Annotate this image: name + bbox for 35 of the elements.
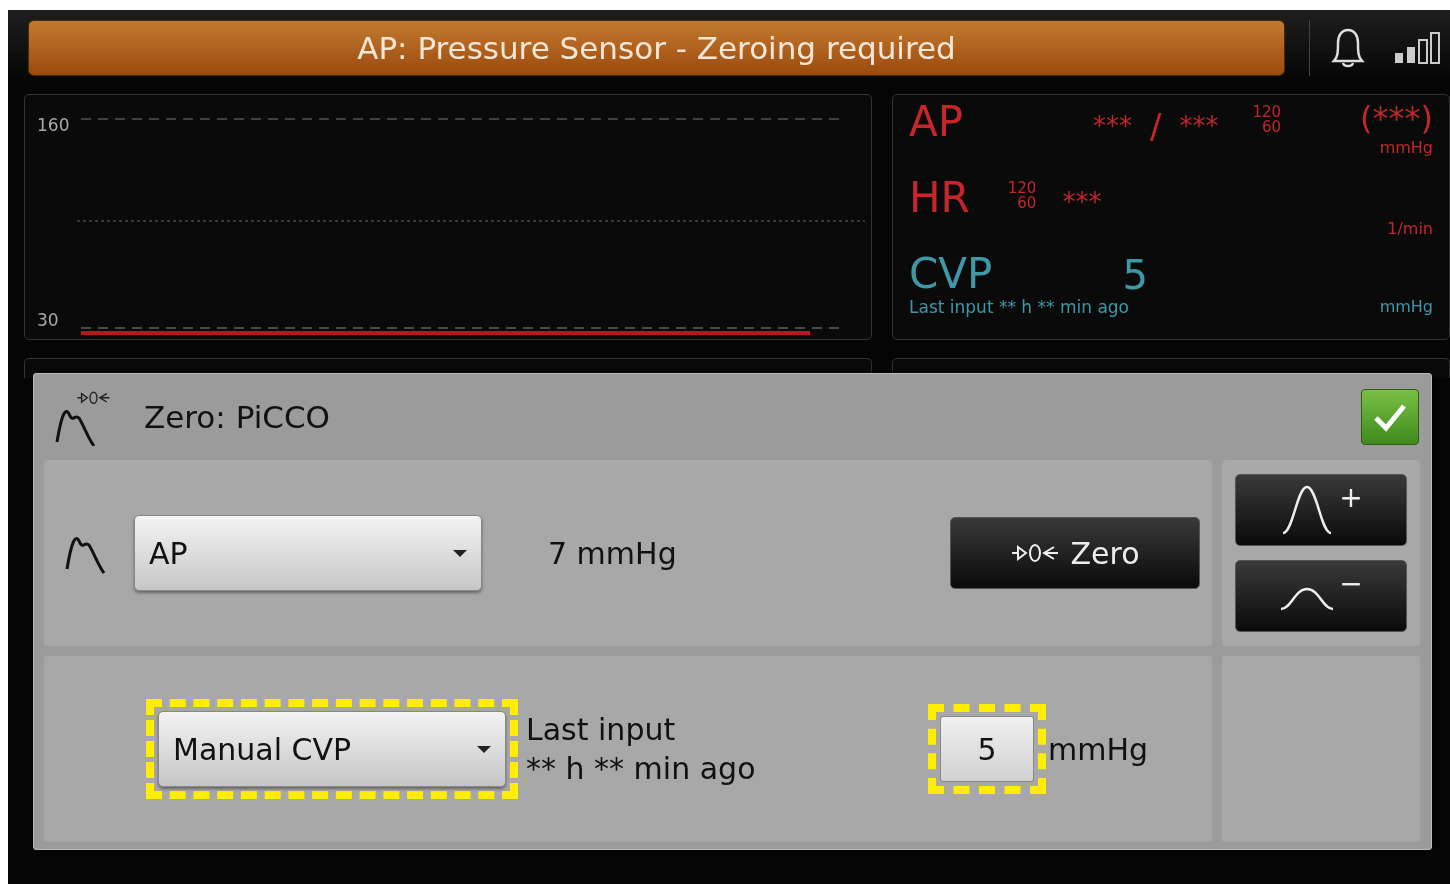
pressure-reading: 7 mmHg — [548, 534, 677, 573]
signal-icon — [1394, 31, 1442, 65]
alarm-limit: 120 — [1007, 181, 1037, 196]
last-input-label: Last input — [526, 711, 677, 749]
cvp-input[interactable]: 5 — [939, 716, 1034, 782]
confirm-button[interactable] — [1361, 389, 1419, 445]
alarm-limit: 120 — [1252, 105, 1282, 120]
scale-button[interactable]: + — [1235, 474, 1407, 546]
vital-label: HR — [909, 177, 970, 219]
vital-label: CVP — [909, 253, 993, 295]
scale-label: 30 — [37, 309, 59, 332]
systolic-value: *** — [1093, 110, 1133, 143]
scale-label: 160 — [37, 114, 70, 137]
unit-label: mmHg — [1379, 296, 1433, 318]
cvp-value: 5 — [1122, 255, 1148, 295]
caret-icon — [453, 549, 467, 557]
mean-value: (***) — [1360, 101, 1433, 137]
alarm-limit: 60 — [1261, 120, 1282, 135]
unit-label: mmHg — [1379, 137, 1433, 160]
alarm-banner: AP: Pressure Sensor - Zeroing required — [28, 20, 1285, 76]
scale-button[interactable]: − — [1235, 560, 1407, 632]
channel-select[interactable]: AP — [134, 515, 482, 591]
vital-label: AP — [909, 101, 964, 143]
caret-icon — [477, 745, 491, 753]
last-input-note: Last input ** h ** min ago — [909, 296, 1129, 319]
unit-label: mmHg — [1047, 730, 1148, 769]
heart-rate-value: *** — [1062, 186, 1102, 219]
separator: / — [1150, 105, 1162, 148]
zero-button[interactable]: Zero — [950, 517, 1200, 589]
unit-label: 1/min — [1387, 218, 1433, 240]
diastolic-value: *** — [1179, 110, 1219, 143]
channel-select[interactable]: Manual CVP — [158, 711, 506, 787]
dialog-title: Zero: PiCCO — [144, 397, 330, 437]
alarm-limit: 60 — [1016, 196, 1037, 211]
elapsed-time: ** h ** min ago — [526, 750, 756, 788]
